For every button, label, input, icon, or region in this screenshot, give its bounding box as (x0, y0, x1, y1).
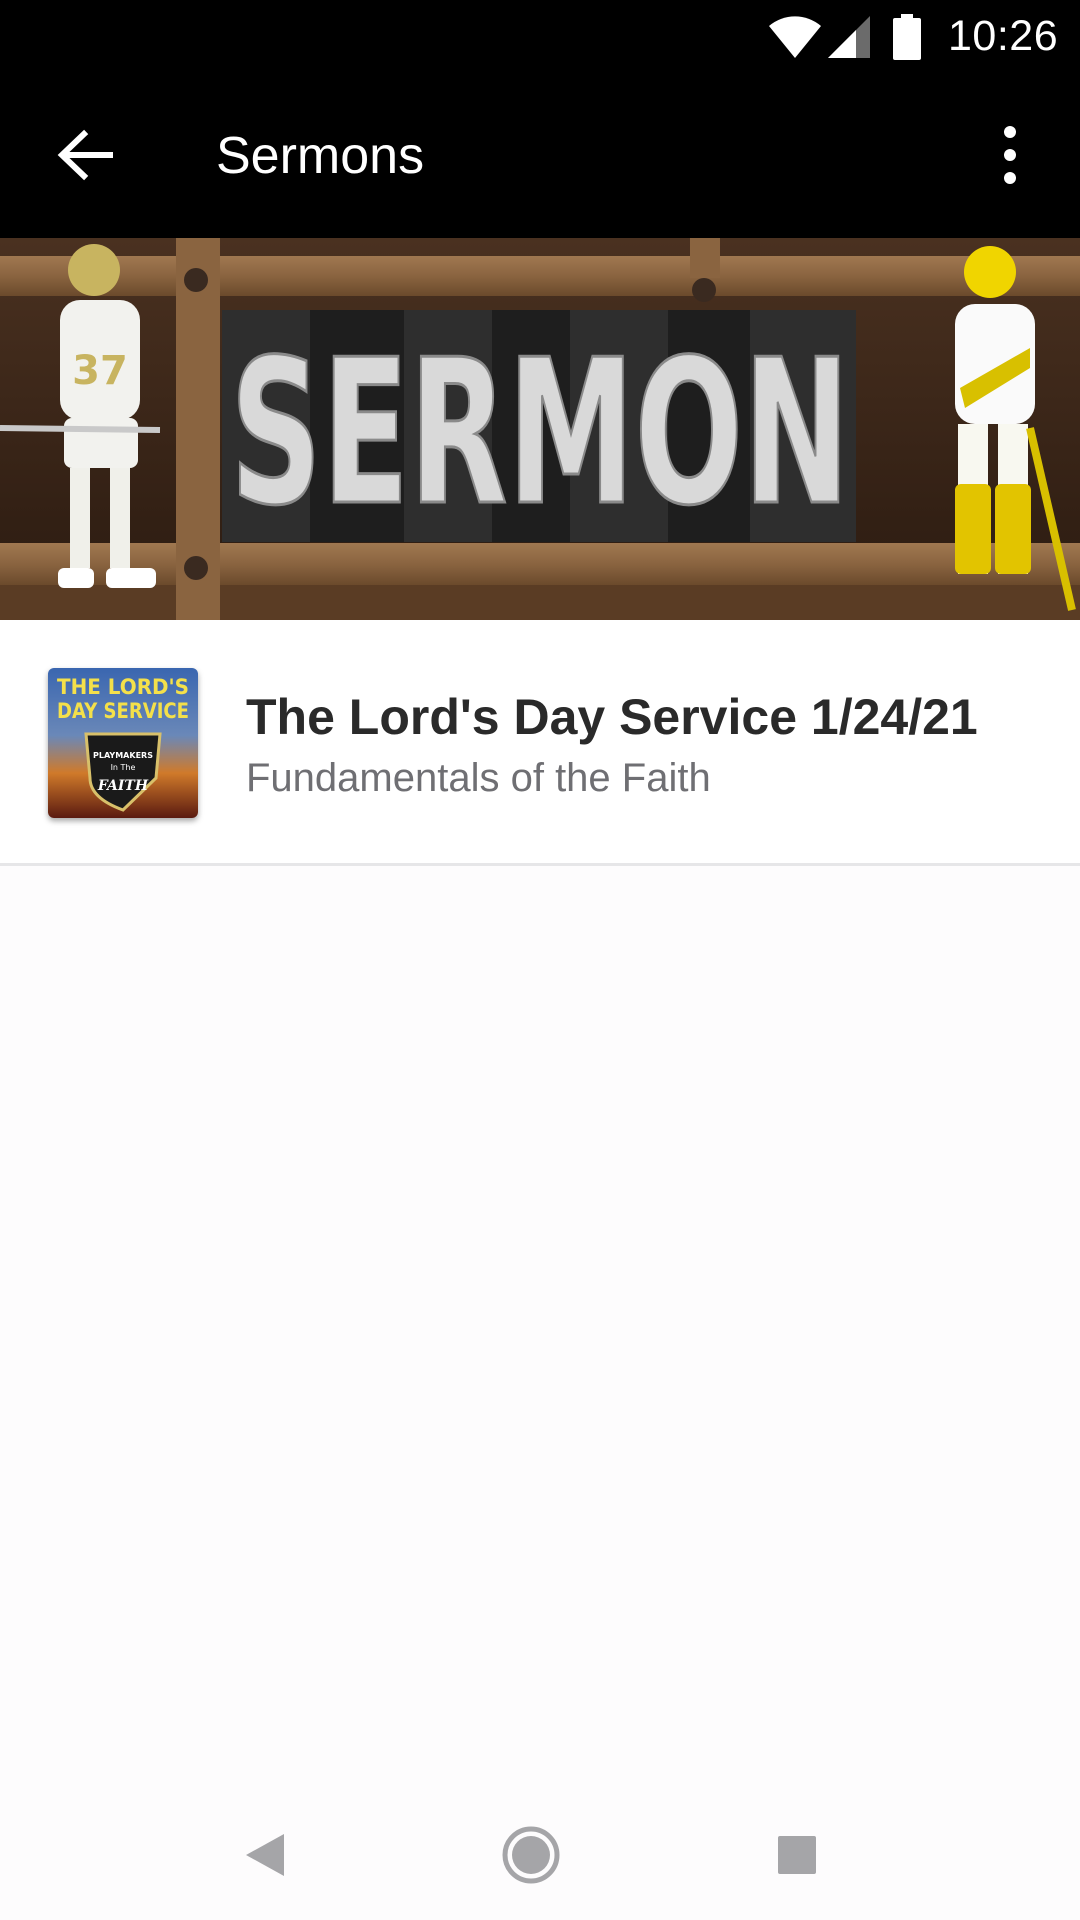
recents-square-icon[interactable] (762, 1820, 832, 1890)
sermon-series: Fundamentals of the Faith (246, 756, 711, 800)
svg-text:FAITH: FAITH (97, 778, 149, 794)
svg-text:THE LORD'S: THE LORD'S (57, 675, 189, 699)
clock: 10:26 (948, 12, 1059, 60)
page-title: Sermons (216, 127, 425, 185)
svg-text:37: 37 (72, 348, 128, 394)
sermon-banner-image: SERMON 37 (0, 238, 1080, 620)
app-toolbar: Sermons (0, 78, 1080, 238)
wifi-icon (769, 16, 821, 58)
svg-text:DAY SERVICE: DAY SERVICE (57, 699, 189, 723)
arrow-left-icon[interactable] (50, 120, 120, 190)
status-bar: 10:26 (0, 0, 1080, 78)
signal-icon (828, 16, 870, 58)
back-triangle-icon[interactable] (230, 1820, 300, 1890)
system-nav-bar (0, 1790, 1080, 1920)
svg-text:In The: In The (111, 763, 136, 772)
list-item[interactable]: THE LORD'S DAY SERVICE PLAYMAKERS In The… (0, 620, 1080, 866)
home-circle-icon[interactable] (496, 1820, 566, 1890)
banner-title: SERMON (230, 317, 850, 550)
sermon-title: The Lord's Day Service 1/24/21 (246, 689, 978, 745)
more-vertical-icon[interactable] (985, 120, 1035, 190)
sermon-thumbnail: THE LORD'S DAY SERVICE PLAYMAKERS In The… (48, 668, 198, 818)
svg-text:PLAYMAKERS: PLAYMAKERS (93, 751, 153, 760)
battery-icon (893, 14, 921, 60)
